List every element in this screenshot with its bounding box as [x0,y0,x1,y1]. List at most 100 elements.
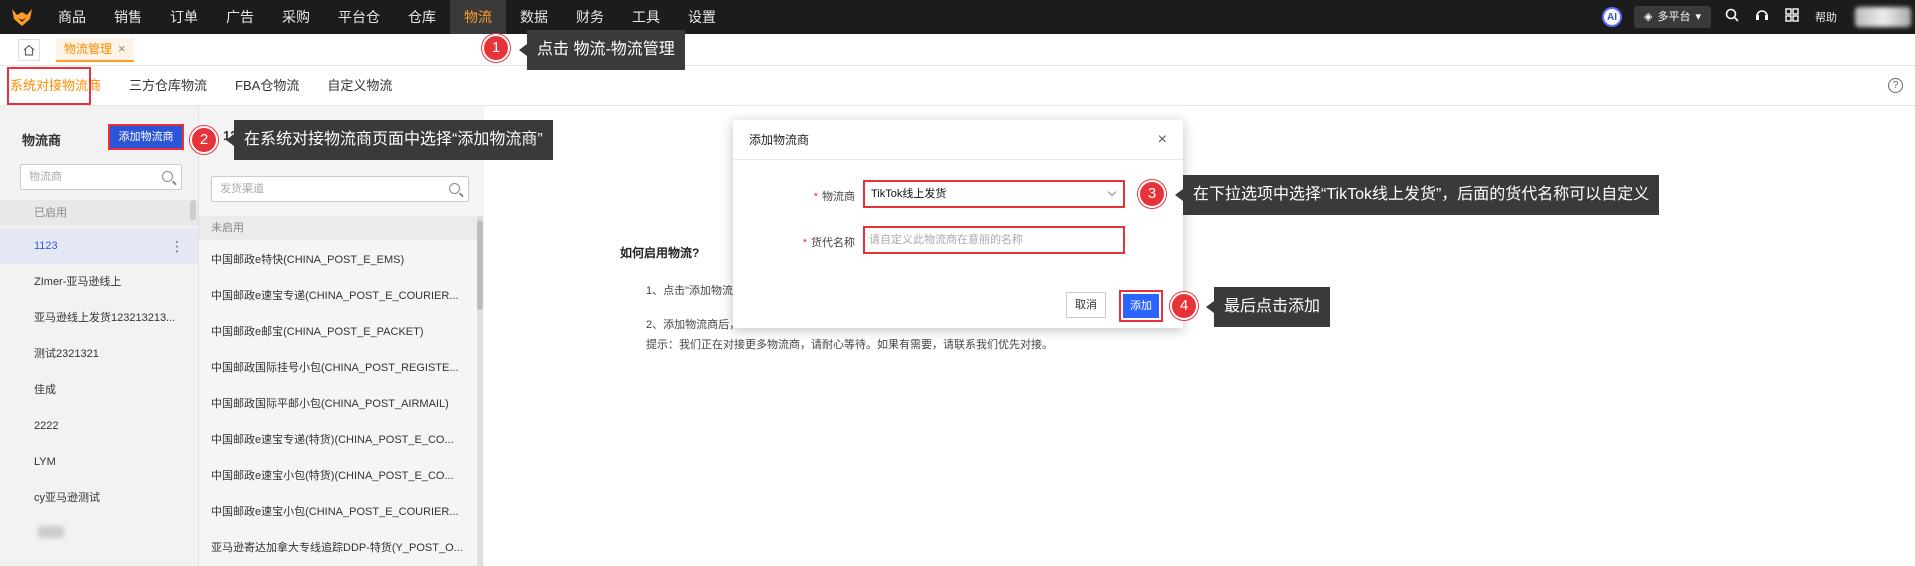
carrier-field-label: * 物流商 [814,188,855,204]
step-badge-2: 2 [190,126,218,154]
enabled-section-header: 已启用 [0,200,198,226]
channel-item[interactable]: 中国邮政国际平邮小包(CHINA_POST_AIRMAIL) [199,386,477,422]
channel-list: 中国邮政e特快(CHINA_POST_E_EMS) 中国邮政e速宝专递(CHIN… [199,242,477,566]
home-icon[interactable] [18,38,40,61]
carrier-item[interactable]: 测试2321321 [0,336,198,372]
caret-down-icon: ▾ [1695,11,1701,23]
channel-item[interactable]: 中国邮政e特快(CHINA_POST_E_EMS) [199,242,477,278]
confirm-add-button[interactable]: 添加 [1119,290,1163,322]
blurred-item [38,526,64,538]
forwarder-name-field: * 货代名称 [733,226,1183,256]
carrier-item[interactable]: cy亚马逊测试 [0,480,198,516]
step-callout-2: 在系统对接物流商页面中选择“添加物流商” [226,120,553,160]
info-title: 如何启用物流? [620,246,700,260]
search-icon[interactable] [162,171,173,182]
search-icon[interactable] [1725,8,1739,26]
carrier-select-value: TikTok线上发货 [871,188,947,200]
channel-item[interactable]: 亚马逊寄达加拿大专线追踪DDP-特货(Y_POST_O... [199,530,477,566]
subtab-custom-logistics[interactable]: 自定义物流 [313,66,406,106]
layers-icon: ◈ [1644,11,1653,23]
scrollbar[interactable] [190,200,196,220]
close-icon[interactable]: × [1158,120,1167,160]
forwarder-label-text: 货代名称 [811,237,855,249]
logistics-subtabs: 系统对接物流商 三方仓库物流 FBA仓物流 自定义物流 ? [0,66,1915,106]
info-step-2: 2、添加物流商后， [646,319,741,331]
nav-item-ads[interactable]: 广告 [212,0,268,34]
carrier-item[interactable]: 1123 ⋮ [0,228,198,264]
channel-item[interactable]: 中国邮政e邮宝(CHINA_POST_E_PACKET) [199,314,477,350]
carrier-select[interactable]: TikTok线上发货 [863,180,1125,208]
platform-label: 多平台 [1657,11,1691,23]
carrier-panel: 物流商 添加物流商 已启用 1123 ⋮ ZImer-亚马逊线上 亚马逊线上发货… [0,106,198,566]
nav-item-platform-warehouse[interactable]: 平台仓 [324,0,394,34]
help-link[interactable]: 帮助 [1815,9,1837,25]
step-badge-3: 3 [1138,180,1166,208]
grid-apps-icon[interactable] [1785,8,1799,26]
step-callout-3: 在下拉选项中选择“TikTok线上发货”，后面的货代名称可以自定义 [1174,175,1660,215]
carrier-search-input[interactable] [29,165,159,189]
subtab-third-party-warehouse[interactable]: 三方仓库物流 [115,66,221,106]
tab-label: 物流管理 [64,41,113,56]
nav-item-warehouse[interactable]: 仓库 [394,0,450,34]
step-badge-1: 1 [482,34,510,62]
close-icon[interactable]: × [118,38,126,60]
nav-item-goods[interactable]: 商品 [44,0,100,34]
carrier-item[interactable]: 佳成 [0,372,198,408]
nav-item-sales[interactable]: 销售 [100,0,156,34]
carrier-list: 1123 ⋮ ZImer-亚马逊线上 亚马逊线上发货123213213... 测… [0,228,198,538]
more-vertical-icon[interactable]: ⋮ [170,228,184,264]
dialog-title: 添加物流商 [749,133,810,147]
carrier-label-text: 物流商 [822,191,855,203]
platform-selector[interactable]: ◈ 多平台 ▾ [1634,6,1711,28]
carrier-panel-title: 物流商 [22,133,62,148]
carrier-search [20,164,182,190]
carrier-item[interactable]: 亚马逊线上发货123213213... [0,300,198,336]
nav-item-purchase[interactable]: 采购 [268,0,324,34]
ai-icon[interactable]: AI [1602,7,1622,27]
step-callout-4: 最后点击添加 [1205,287,1331,327]
chevron-down-icon [1107,187,1117,197]
top-right-tools: AI ◈ 多平台 ▾ 帮助 [1602,0,1915,34]
forwarder-name-box [863,226,1125,254]
carrier-item[interactable]: 2222 [0,408,198,444]
forwarder-name-input[interactable] [869,228,1109,252]
step-callout-1: 点击 物流-物流管理 [519,30,685,70]
carrier-item[interactable]: ZImer-亚马逊线上 [0,264,198,300]
info-tip: 提示：我们正在对接更多物流商，请耐心等待。如果有需要，请联系我们优先对接。 [646,339,1053,351]
forwarder-name-label: * 货代名称 [803,234,855,250]
top-nav: 商品 销售 订单 广告 采购 平台仓 仓库 物流 数据 财务 工具 设置 AI … [0,0,1915,34]
user-avatar[interactable] [1855,7,1911,27]
channel-panel: 12 未启用 中国邮政e特快(CHINA_POST_E_EMS) 中国邮政e速宝… [198,106,484,566]
nav-item-settings[interactable]: 设置 [674,0,730,34]
nav-item-logistics[interactable]: 物流 [450,0,506,34]
cancel-button[interactable]: 取消 [1066,292,1106,318]
channel-item[interactable]: 中国邮政e速宝专递(CHINA_POST_E_COURIER... [199,278,477,314]
channel-item[interactable]: 中国邮政国际挂号小包(CHINA_POST_REGISTE... [199,350,477,386]
nav-item-data[interactable]: 数据 [506,0,562,34]
channel-item[interactable]: 中国邮政e速宝小包(特货)(CHINA_POST_E_CO... [199,458,477,494]
how-to-enable-info: 如何启用物流? 1、点击"添加物流 2、添加物流商后， 提示：我们正在对接更多物… [620,244,1053,351]
info-step-1: 1、点击"添加物流 [646,285,734,297]
channel-search [211,176,469,202]
fox-logo-icon[interactable] [0,0,44,34]
help-question-icon[interactable]: ? [1888,78,1903,93]
channel-search-input[interactable] [220,177,440,201]
dialog-header: 添加物流商 × [733,120,1183,160]
channel-item[interactable]: 中国邮政e速宝专递(特货)(CHINA_POST_E_CO... [199,422,477,458]
headset-icon[interactable] [1755,8,1769,26]
nav-item-tools[interactable]: 工具 [618,0,674,34]
search-icon[interactable] [449,183,460,194]
channel-item[interactable]: 中国邮政e速宝小包(CHINA_POST_E_COURIER... [199,494,477,530]
page-tab-bar: 物流管理 × [0,34,1915,66]
add-carrier-button[interactable]: 添加物流商 [108,124,184,150]
add-carrier-dialog: 添加物流商 × * 物流商 TikTok线上发货 * 货代名称 取消 添加 [733,120,1183,328]
carrier-item-label: 1123 [34,240,58,252]
subtab-fba-warehouse[interactable]: FBA仓物流 [221,66,313,106]
tab-logistics-management[interactable]: 物流管理 × [56,37,134,62]
nav-item-orders[interactable]: 订单 [156,0,212,34]
carrier-item[interactable]: LYM [0,444,198,480]
scrollbar[interactable] [477,216,483,566]
nav-item-finance[interactable]: 财务 [562,0,618,34]
disabled-section-header: 未启用 [199,216,477,240]
scrollbar-thumb[interactable] [477,220,483,310]
